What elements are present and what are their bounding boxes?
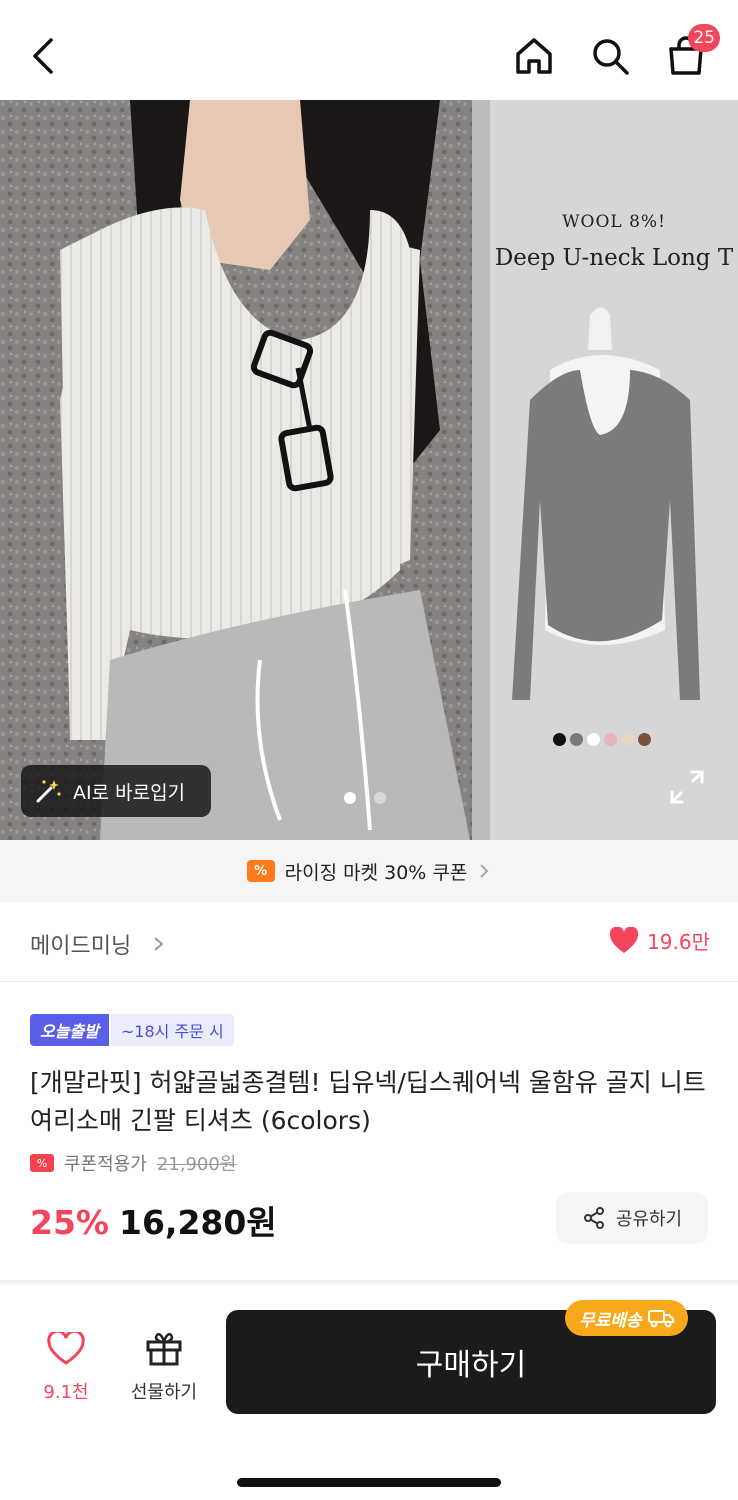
price-row: 25% 16,280원 (30, 1196, 277, 1244)
product-image-carousel[interactable]: WOOL 8%! Deep U-neck Long T AI로 바로입기 (0, 100, 738, 840)
magic-wand-icon (36, 780, 61, 803)
coupon-price-label: 쿠폰적용가 (64, 1154, 147, 1175)
delivery-truck-icon (647, 1310, 674, 1328)
expand-image-button[interactable] (666, 766, 708, 808)
order-cutoff-tag: ~18시 주문 시 (110, 1014, 234, 1046)
share-icon (583, 1207, 604, 1229)
delivery-tags: 오늘출발 ~18시 주문 시 (30, 1014, 234, 1046)
divider (0, 1280, 738, 1288)
coupon-banner[interactable]: % 라이징 마켓 30% 쿠폰 (0, 840, 738, 902)
heart-filled-icon (609, 926, 639, 953)
chevron-right-icon (154, 937, 164, 951)
coupon-icon: % (246, 860, 275, 882)
wishlist-count: 9.1천 (43, 1382, 89, 1403)
carousel-page-dots (344, 792, 386, 804)
brand-like-count: 19.6만 (647, 930, 710, 954)
color-swatch (621, 733, 634, 746)
product-title: [개말라핏] 허얇골넓종결템! 딥유넥/딥스퀘어넥 울함유 골지 니트 여리소매… (30, 1068, 706, 1135)
brand-like-button[interactable]: 19.6만 (609, 926, 710, 955)
coupon-price-line: % 쿠폰적용가 21,900원 (30, 1150, 236, 1176)
sale-price: 16,280원 (119, 1203, 277, 1242)
home-icon (516, 38, 552, 74)
gift-button[interactable]: 선물하기 (118, 1330, 210, 1404)
brand-name-link[interactable]: 메이드미닝 (30, 928, 131, 960)
color-swatch (570, 733, 583, 746)
chevron-left-icon (33, 38, 53, 74)
color-swatches (553, 733, 651, 746)
gift-label: 선물하기 (130, 1382, 198, 1403)
free-shipping-label: 무료배송 (579, 1310, 642, 1331)
discount-rate: 25% (30, 1203, 109, 1242)
bottom-action-bar: 9.1천 선물하기 구매하기 무료배송 (0, 1288, 738, 1500)
model-photo-illustration (0, 100, 490, 840)
coupon-price-icon: % (30, 1154, 54, 1172)
hero-caption-title: Deep U-neck Long T (494, 245, 734, 271)
free-shipping-badge: 무료배송 (565, 1300, 688, 1336)
gift-icon (146, 1333, 182, 1366)
cart-button[interactable]: 25 (660, 24, 720, 82)
home-button[interactable] (508, 30, 560, 82)
share-label: 공유하기 (615, 1209, 683, 1230)
product-detail-panel (490, 100, 738, 840)
page-dot[interactable] (374, 792, 386, 804)
color-swatch (553, 733, 566, 746)
color-swatch (587, 733, 600, 746)
share-button[interactable]: 공유하기 (556, 1192, 708, 1244)
search-button[interactable] (584, 30, 636, 82)
home-indicator (237, 1478, 501, 1487)
wishlist-button[interactable]: 9.1천 (30, 1329, 102, 1404)
brand-row: 메이드미닝 19.6만 (0, 902, 738, 982)
original-price: 21,900원 (156, 1154, 237, 1175)
chevron-right-icon (480, 864, 489, 878)
expand-icon (670, 770, 704, 804)
coupon-banner-label: 라이징 마켓 30% 쿠폰 (284, 861, 468, 884)
color-swatch (638, 733, 651, 746)
ai-try-on-button[interactable]: AI로 바로입기 (21, 765, 211, 817)
same-day-ship-tag: 오늘출발 (30, 1014, 109, 1046)
color-swatch (604, 733, 617, 746)
hero-caption-small: WOOL 8%! (562, 212, 666, 232)
page-dot[interactable] (344, 792, 356, 804)
heart-outline-icon (47, 1329, 85, 1365)
ai-try-on-label: AI로 바로입기 (73, 781, 186, 804)
back-button[interactable] (18, 30, 70, 82)
top-nav-bar: 25 (0, 0, 738, 100)
model-photo (0, 100, 490, 840)
mannequin-illustration (490, 100, 738, 840)
search-icon (593, 39, 629, 75)
cart-count-badge: 25 (688, 24, 720, 52)
